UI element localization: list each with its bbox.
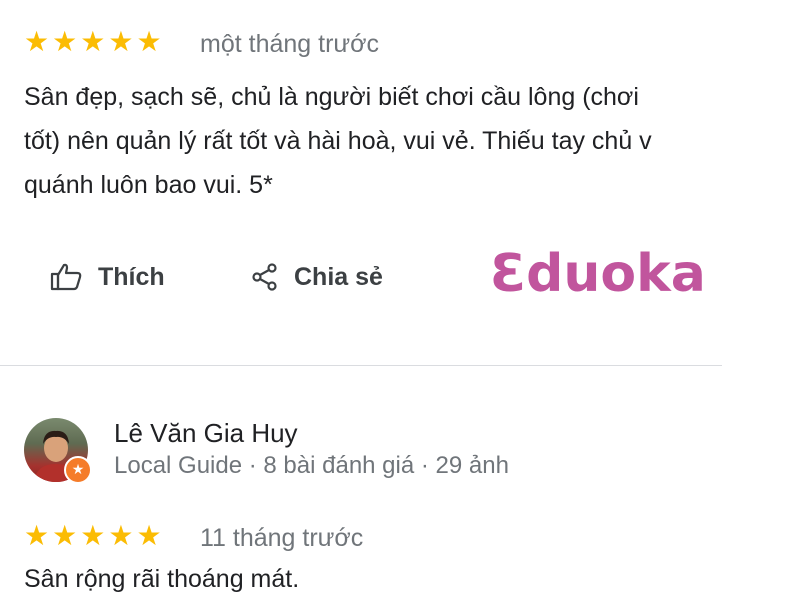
avatar[interactable]: ★ xyxy=(24,418,92,484)
review-time: một tháng trước xyxy=(200,30,380,58)
star-icon: ★ xyxy=(136,519,162,552)
share-button[interactable]: Chia sẻ xyxy=(250,262,383,292)
review-text-line: quánh luôn bao vui. 5* xyxy=(24,171,273,199)
star-icon: ★ xyxy=(136,25,162,58)
star-icon: ★ xyxy=(80,25,106,58)
share-label: Chia sẻ xyxy=(294,262,383,291)
review-text: Sân đẹp, sạch sẽ, chủ là người biết chơi… xyxy=(24,75,724,205)
star-icon: ★ xyxy=(52,519,78,552)
star-icon: ★ xyxy=(108,25,134,58)
divider xyxy=(0,365,722,366)
thumbs-up-icon xyxy=(50,262,84,292)
star-icon: ★ xyxy=(24,519,50,552)
reviewer-meta: Local Guide · 8 bài đánh giá · 29 ảnh xyxy=(114,452,509,479)
review-text-line: tốt) nên quản lý rất tốt và hài hoà, vui… xyxy=(24,127,652,155)
rating-stars: ★ ★ ★ ★ ★ xyxy=(24,522,162,550)
review-time: 11 tháng trước xyxy=(200,524,364,552)
reviewer-name[interactable]: Lê Văn Gia Huy xyxy=(114,418,298,449)
share-icon xyxy=(250,262,280,292)
like-label: Thích xyxy=(98,262,165,291)
review-text-line: Sân đẹp, sạch sẽ, chủ là người biết chơi… xyxy=(24,83,639,111)
star-icon: ★ xyxy=(108,519,134,552)
review-text: Sân rộng rãi thoáng mát. xyxy=(24,565,300,593)
rating-stars: ★ ★ ★ ★ ★ xyxy=(24,28,162,56)
watermark-logo: Ɛduoka xyxy=(490,244,706,304)
star-icon: ★ xyxy=(80,519,106,552)
local-guide-badge-icon: ★ xyxy=(64,456,92,484)
star-icon: ★ xyxy=(24,25,50,58)
star-icon: ★ xyxy=(52,25,78,58)
like-button[interactable]: Thích xyxy=(50,262,165,292)
